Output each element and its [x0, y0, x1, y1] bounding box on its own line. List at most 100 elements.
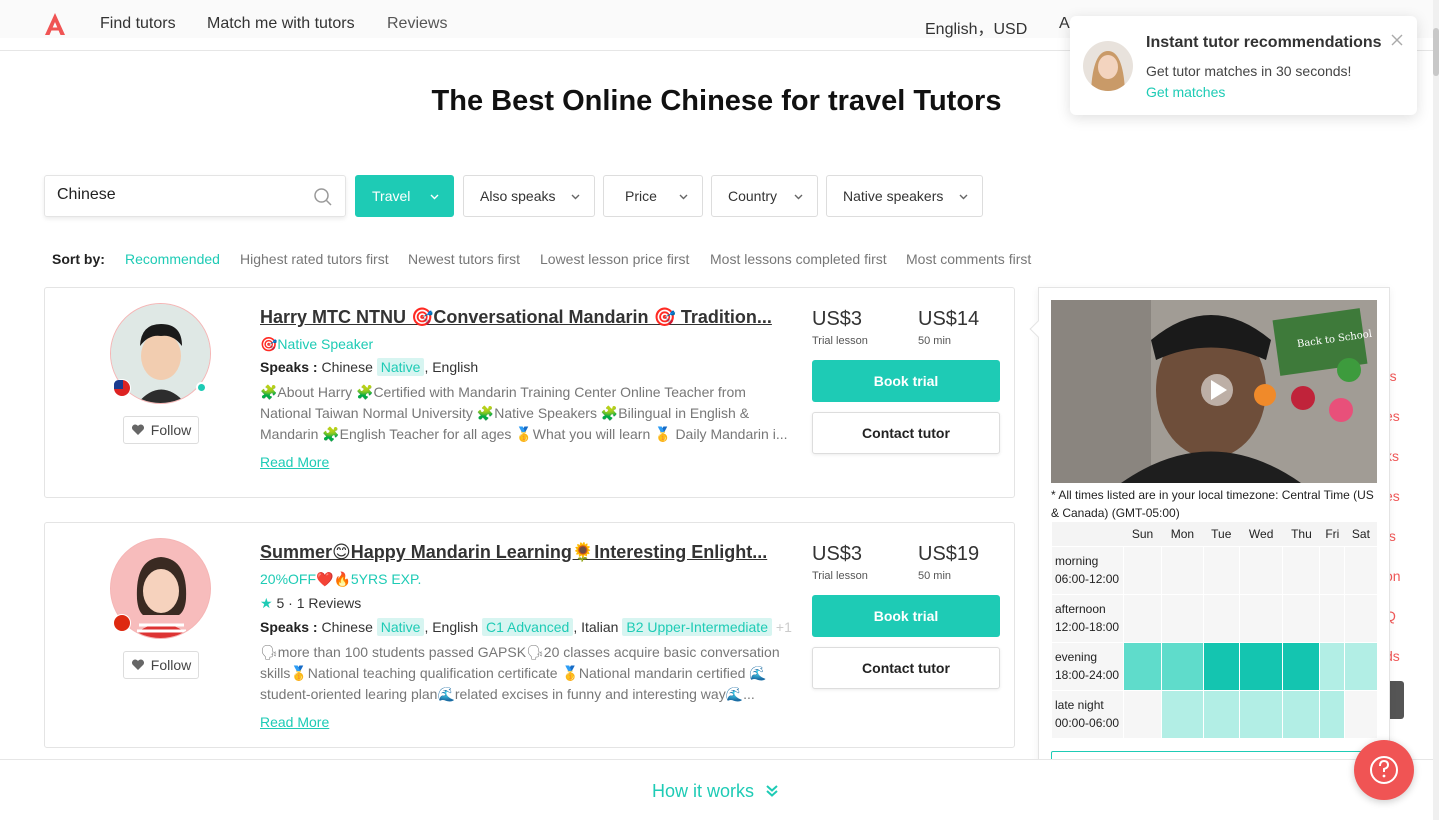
toast-avatar: [1083, 41, 1133, 91]
chevron-down-icon: [794, 194, 803, 200]
availability-cell: [1122, 689, 1162, 738]
search-input[interactable]: [57, 186, 297, 204]
read-more-link[interactable]: Read More: [260, 454, 329, 470]
day-header: Wed: [1239, 522, 1283, 546]
book-trial-button[interactable]: Book trial: [812, 595, 1000, 637]
tutor-preview-panel: Back to School * All times listed are in…: [1029, 287, 1390, 800]
preview-pointer: [1029, 320, 1047, 338]
more-languages[interactable]: +1: [776, 619, 792, 635]
contact-tutor-button[interactable]: Contact tutor: [812, 647, 1000, 689]
question-mark-icon: [1370, 756, 1398, 784]
account-link[interactable]: A: [1059, 15, 1070, 33]
tutor-card[interactable]: Follow Harry MTC NTNU 🎯Conversational Ma…: [44, 287, 1015, 498]
lesson-duration: 50 min: [918, 335, 952, 347]
language-name: English: [432, 619, 479, 635]
filter-native-speakers[interactable]: Native speakers: [826, 175, 983, 217]
filter-country[interactable]: Country: [711, 175, 818, 217]
availability-cell: [1238, 545, 1283, 594]
time-slot-label: late night 00:00-06:00: [1051, 689, 1124, 738]
trial-label: Trial lesson: [812, 570, 868, 582]
trial-price: US$3: [812, 308, 863, 330]
lesson-duration: 50 min: [918, 570, 952, 582]
sort-most-lessons[interactable]: Most lessons completed first: [710, 251, 887, 267]
filter-label: Price: [625, 188, 657, 204]
tutor-card[interactable]: Follow Summer😊Happy Mandarin Learning🌻In…: [44, 522, 1015, 748]
time-slot-label: evening 18:00-24:00: [1051, 641, 1124, 690]
locale-currency-selector[interactable]: English，USD: [925, 15, 1027, 39]
day-header: Fri: [1319, 522, 1345, 546]
availability-cell: [1202, 593, 1240, 642]
sort-lowest-price[interactable]: Lowest lesson price first: [540, 251, 689, 267]
tutor-name[interactable]: Summer😊Happy Mandarin Learning🌻Interesti…: [260, 542, 780, 563]
help-button[interactable]: [1354, 740, 1414, 800]
time-slot-range: 12:00-18:00: [1055, 620, 1120, 634]
availability-cell: [1319, 545, 1345, 594]
time-slot-range: 00:00-06:00: [1055, 716, 1120, 731]
day-header: Mon: [1161, 522, 1204, 546]
chevron-down-icon: [571, 194, 580, 200]
availability-cell: [1282, 593, 1320, 642]
read-more-link[interactable]: Read More: [260, 714, 329, 730]
sort-recommended[interactable]: Recommended: [125, 251, 220, 267]
scrollbar-thumb[interactable]: [1433, 28, 1439, 76]
get-matches-link[interactable]: Get matches: [1146, 84, 1225, 100]
availability-cell: [1122, 593, 1162, 642]
sort-newest[interactable]: Newest tutors first: [408, 251, 520, 267]
availability-row: late night 00:00-06:00: [1051, 689, 1377, 738]
availability-cell: [1344, 689, 1377, 738]
speaks-label: Speaks :: [260, 359, 318, 375]
time-slot-range: 18:00-24:00: [1055, 668, 1120, 682]
follow-button[interactable]: Follow: [123, 651, 199, 679]
language-name: English: [432, 359, 479, 375]
close-icon[interactable]: [1391, 34, 1403, 46]
lesson-price: US$19: [918, 543, 980, 565]
language-level-badge: B2 Upper-Intermediate: [622, 618, 772, 636]
availability-cell: [1344, 593, 1377, 642]
availability-cell: [1319, 641, 1345, 690]
nav-match-me[interactable]: Match me with tutors: [207, 15, 355, 33]
search-icon[interactable]: [313, 187, 333, 207]
corner-header: [1051, 522, 1124, 546]
speaks-line: Speaks : Chinese Native, English: [260, 358, 479, 376]
speaks-line: Speaks : Chinese Native, English C1 Adva…: [260, 618, 792, 636]
filter-price[interactable]: Price: [603, 175, 703, 217]
double-chevron-down-icon: [766, 785, 778, 797]
follow-button[interactable]: Follow: [123, 416, 199, 444]
nav-reviews[interactable]: Reviews: [387, 15, 447, 33]
availability-cell: [1202, 545, 1240, 594]
tutor-name[interactable]: Harry MTC NTNU 🎯Conversational Mandarin …: [260, 307, 780, 328]
sort-most-comments[interactable]: Most comments first: [906, 251, 1031, 267]
lesson-price: US$14: [918, 308, 980, 330]
language-name: Chinese: [321, 359, 373, 375]
intro-video[interactable]: Back to School: [1051, 300, 1377, 483]
time-slot-label: morning 06:00-12:00: [1051, 545, 1124, 594]
advisor-photo: [1083, 41, 1133, 91]
availability-table: Sun Mon Tue Wed Thu Fri Sat morning 06:00…: [1051, 522, 1377, 738]
filter-travel[interactable]: Travel: [355, 175, 454, 217]
language-name: Chinese: [321, 619, 373, 635]
book-trial-button[interactable]: Book trial: [812, 360, 1000, 402]
toast-subtitle: Get tutor matches in 30 seconds!: [1146, 63, 1352, 79]
filter-also-speaks[interactable]: Also speaks: [463, 175, 595, 217]
page-scrollbar[interactable]: [1433, 0, 1439, 820]
taiwan-flag-icon: [113, 379, 131, 397]
chevron-down-icon: [959, 194, 968, 200]
availability-cell: [1238, 641, 1283, 690]
review-count[interactable]: 1 Reviews: [297, 595, 362, 611]
day-header: Sat: [1344, 522, 1377, 546]
availability-cell: [1282, 689, 1320, 738]
filter-label: Travel: [372, 188, 411, 204]
how-it-works-link[interactable]: How it works: [652, 781, 779, 802]
toast-title: Instant tutor recommendations: [1146, 34, 1382, 51]
contact-tutor-button[interactable]: Contact tutor: [812, 412, 1000, 454]
availability-cell: [1319, 593, 1345, 642]
availability-cell: [1238, 593, 1283, 642]
timezone-note: * All times listed are in your local tim…: [1051, 488, 1374, 520]
filter-label: Native speakers: [843, 188, 944, 204]
time-slot-name: late night: [1055, 698, 1104, 713]
nav-find-tutors[interactable]: Find tutors: [100, 15, 176, 33]
logo-icon[interactable]: [44, 12, 66, 36]
sort-highest-rated[interactable]: Highest rated tutors first: [240, 251, 389, 267]
language-level-badge: C1 Advanced: [482, 618, 574, 636]
speaks-label: Speaks :: [260, 619, 318, 635]
